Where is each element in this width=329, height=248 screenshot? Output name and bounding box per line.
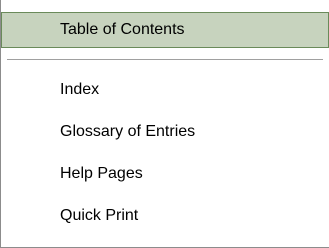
menu-item-label: Table of Contents (60, 21, 185, 38)
menu-item-label: Index (60, 81, 100, 98)
menu-item-label: Quick Print (60, 207, 139, 224)
menu-separator (7, 59, 323, 60)
menu-item-table-of-contents[interactable]: Table of Contents (1, 12, 329, 48)
menu-item-index[interactable]: Index (2, 70, 329, 110)
menu-item-quick-print[interactable]: Quick Print (2, 196, 329, 236)
menu-item-label: Help Pages (60, 165, 143, 182)
help-menu: Table of Contents Index Glossary of Entr… (0, 0, 329, 248)
menu-item-label: Glossary of Entries (60, 123, 196, 140)
menu-item-glossary-of-entries[interactable]: Glossary of Entries (2, 112, 329, 152)
menu-item-help-pages[interactable]: Help Pages (2, 154, 329, 194)
